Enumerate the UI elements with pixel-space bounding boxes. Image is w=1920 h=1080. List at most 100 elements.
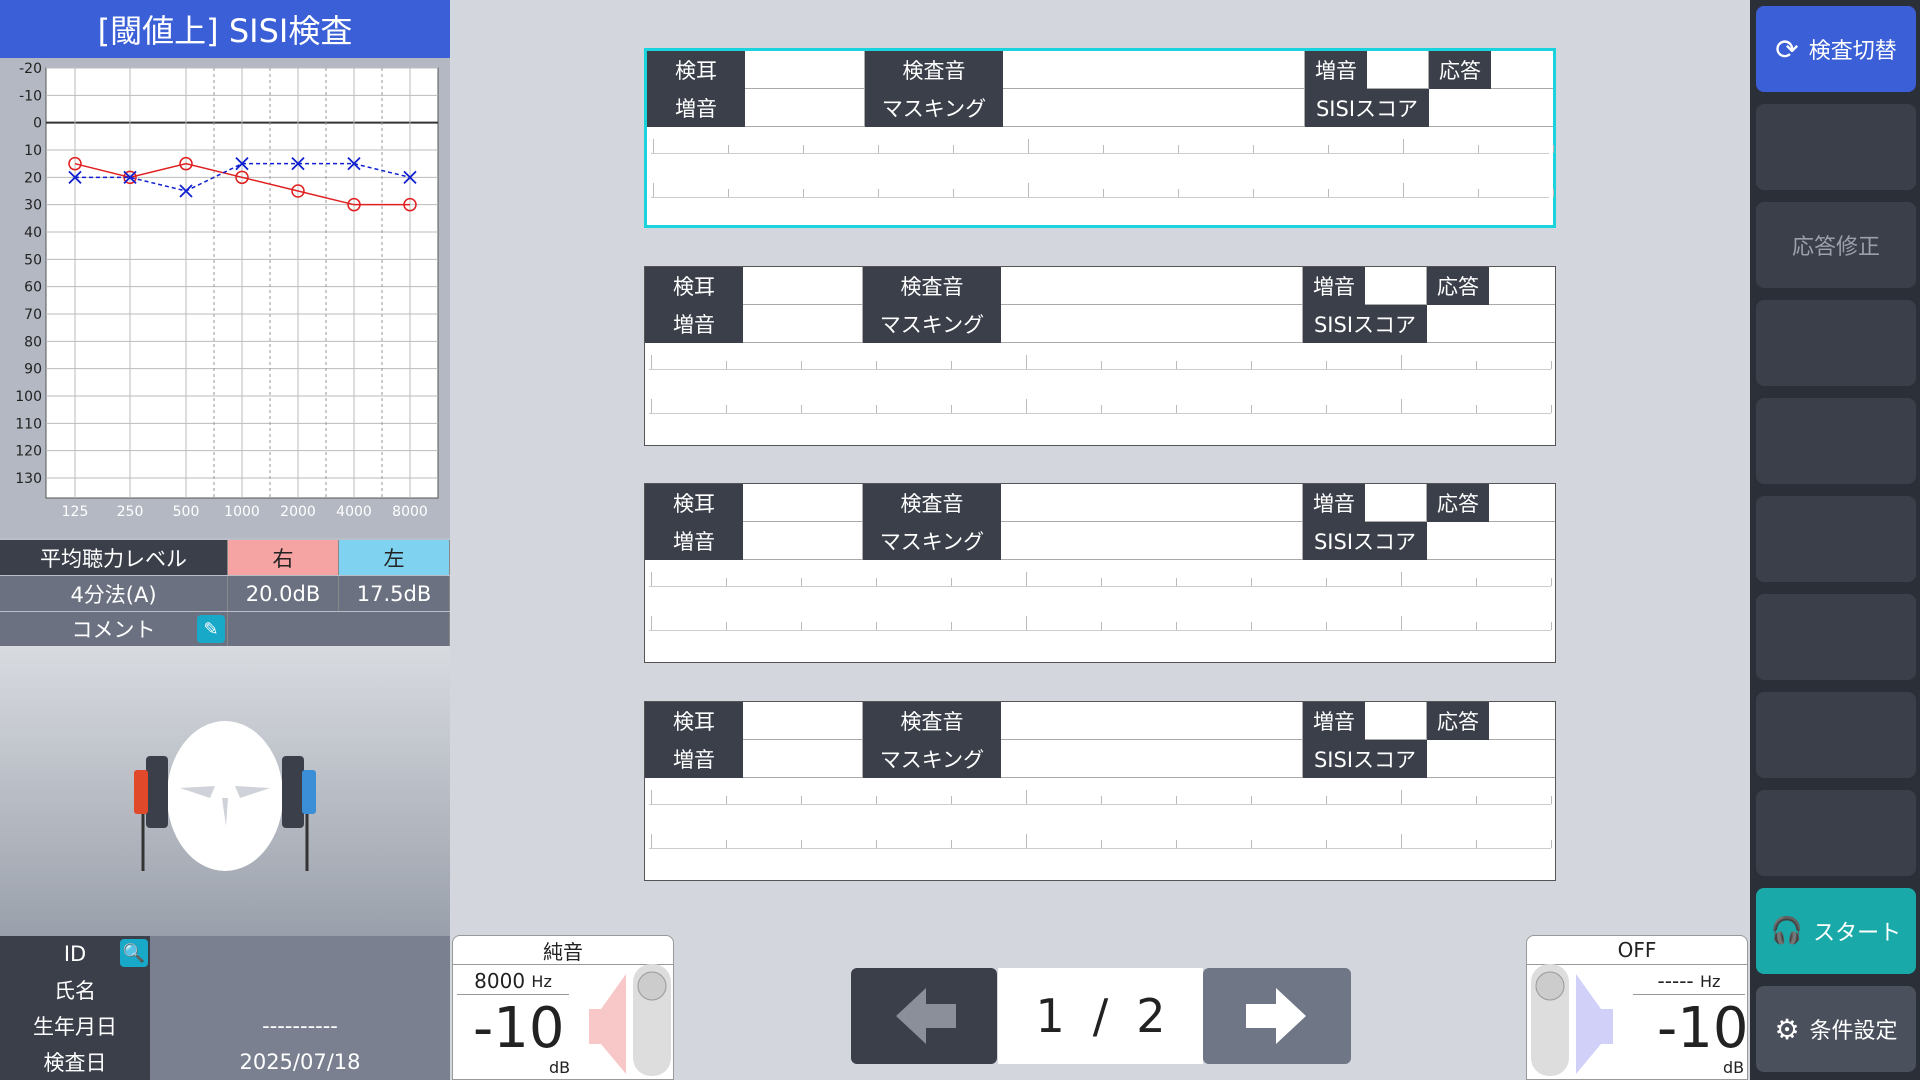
- page-total: 2: [1136, 989, 1166, 1043]
- increment-value: [1365, 267, 1427, 305]
- track-tick: [1176, 840, 1177, 848]
- right-frequency-unit: Hz: [1700, 971, 1721, 991]
- masking-value: [1001, 522, 1303, 560]
- settings-button[interactable]: ⚙ 条件設定: [1756, 986, 1916, 1072]
- track-tick: [651, 572, 652, 586]
- track-tick: [951, 405, 952, 413]
- y-tick-label: -20: [19, 61, 42, 77]
- increment2-value: [745, 89, 865, 127]
- correct-response-button[interactable]: 応答修正: [1756, 202, 1916, 288]
- track-tick: [726, 622, 727, 630]
- track-tick: [1101, 840, 1102, 848]
- test-panel-4[interactable]: 検耳 検査音 増音 応答 増音 マスキング SISIスコア: [644, 701, 1556, 881]
- track-tick: [651, 790, 652, 804]
- next-page-button[interactable]: [1203, 968, 1351, 1064]
- masking-label: マスキング: [863, 522, 1001, 560]
- response-track: [649, 804, 1551, 805]
- avg-left-label: 左: [339, 540, 450, 575]
- comment-value[interactable]: [228, 612, 450, 646]
- sidebar-empty-button-4[interactable]: [1756, 496, 1916, 582]
- track-tick: [1551, 622, 1552, 630]
- track-tick: [878, 145, 879, 153]
- track-tick: [1026, 790, 1027, 804]
- track-tick: [1026, 399, 1027, 413]
- masking-label: マスキング: [863, 740, 1001, 778]
- response-track: [649, 369, 1551, 370]
- switch-test-button[interactable]: ⟳ 検査切替: [1756, 6, 1916, 92]
- left-level-unit: dB: [549, 1058, 571, 1077]
- start-button[interactable]: 🎧 スタート: [1756, 888, 1916, 974]
- increment2-value: [743, 522, 863, 560]
- y-tick-label: 0: [33, 116, 42, 132]
- name-value: [150, 972, 450, 1008]
- audiogram-chart: -20 -10 0 10 20 30 40 50 60 70 80 90 100 110 120 130 125…: [15, 61, 439, 520]
- test-panel-3[interactable]: 検耳 検査音 増音 応答 増音 マスキング SISIスコア: [644, 483, 1556, 663]
- track-tick: [726, 796, 727, 804]
- tone-value: [1001, 484, 1303, 522]
- track-tick: [1176, 578, 1177, 586]
- response-label: 応答: [1429, 51, 1491, 89]
- prev-page-button[interactable]: [851, 968, 997, 1064]
- masking-value: [1003, 89, 1305, 127]
- right-speaker-icon: [1531, 964, 1613, 1076]
- date-label: 検査日: [0, 1044, 150, 1080]
- track-tick: [803, 145, 804, 153]
- ear-label: 検耳: [645, 484, 743, 522]
- left-frequency: 8000 Hz: [457, 968, 569, 995]
- tone-label: 検査音: [863, 484, 1001, 522]
- right-level-unit: dB: [1723, 1058, 1745, 1077]
- y-tick-label: -10: [19, 88, 42, 104]
- response-track: [649, 586, 1551, 587]
- track-tick: [1176, 361, 1177, 369]
- page-title: [閾値上] SISI検査: [0, 0, 450, 58]
- avg-right-label: 右: [228, 540, 339, 575]
- track-tick: [726, 405, 727, 413]
- sidebar-empty-button-5[interactable]: [1756, 594, 1916, 680]
- x-tick-label: 4000: [336, 504, 372, 520]
- track-tick: [953, 189, 954, 197]
- page-current: 1: [1035, 989, 1065, 1043]
- track-tick: [1401, 834, 1402, 848]
- headphone-face-icon: [134, 721, 316, 871]
- x-tick-label: 250: [117, 504, 144, 520]
- track-tick: [1326, 622, 1327, 630]
- track-tick: [1401, 616, 1402, 630]
- sidebar-empty-button-7[interactable]: [1756, 790, 1916, 876]
- sidebar-empty-button-6[interactable]: [1756, 692, 1916, 778]
- sidebar-empty-button-2[interactable]: [1756, 300, 1916, 386]
- track-tick: [1101, 622, 1102, 630]
- track-tick: [801, 361, 802, 369]
- test-panel-2[interactable]: 検耳 検査音 増音 応答 増音 マスキング SISIスコア: [644, 266, 1556, 446]
- correct-response-label: 応答修正: [1791, 235, 1880, 260]
- search-icon[interactable]: 🔍: [120, 939, 148, 967]
- track-tick: [1551, 405, 1552, 413]
- track-tick: [1028, 139, 1029, 153]
- dob-value: ----------: [150, 1008, 450, 1044]
- test-panel-1[interactable]: 検耳 検査音 増音 応答 増音 マスキング SISIスコア: [644, 48, 1556, 228]
- panel-row-2: 増音 マスキング SISIスコア: [645, 522, 1555, 560]
- y-tick-label: 70: [24, 307, 42, 323]
- right-sidebar: ⟳ 検査切替 応答修正 🎧 スタート ⚙ 条件設定: [1750, 0, 1920, 1080]
- panel-row-1: 検耳 検査音 増音 応答: [647, 51, 1553, 89]
- id-value: [150, 936, 450, 972]
- response-track: [651, 197, 1549, 198]
- start-label: スタート: [1813, 921, 1902, 946]
- sidebar-empty-button-3[interactable]: [1756, 398, 1916, 484]
- pencil-icon[interactable]: ✎: [197, 615, 225, 643]
- track-tick: [1401, 399, 1402, 413]
- track-tick: [951, 622, 952, 630]
- x-tick-label: 2000: [280, 504, 316, 520]
- increment2-label: 増音: [645, 522, 743, 560]
- track-tick: [1551, 578, 1552, 586]
- increment-value: [1367, 51, 1429, 89]
- sisi-score-label: SISIスコア: [1305, 89, 1429, 127]
- y-tick-label: 110: [15, 416, 42, 432]
- track-tick: [1101, 361, 1102, 369]
- panel-row-1: 検耳 検査音 増音 応答: [645, 484, 1555, 522]
- increment-label: 増音: [1303, 484, 1365, 522]
- id-label: ID: [63, 942, 87, 966]
- x-tick-label: 1000: [224, 504, 260, 520]
- track-tick: [1478, 189, 1479, 197]
- switch-test-label: 検査切替: [1808, 39, 1897, 64]
- sidebar-empty-button-1[interactable]: [1756, 104, 1916, 190]
